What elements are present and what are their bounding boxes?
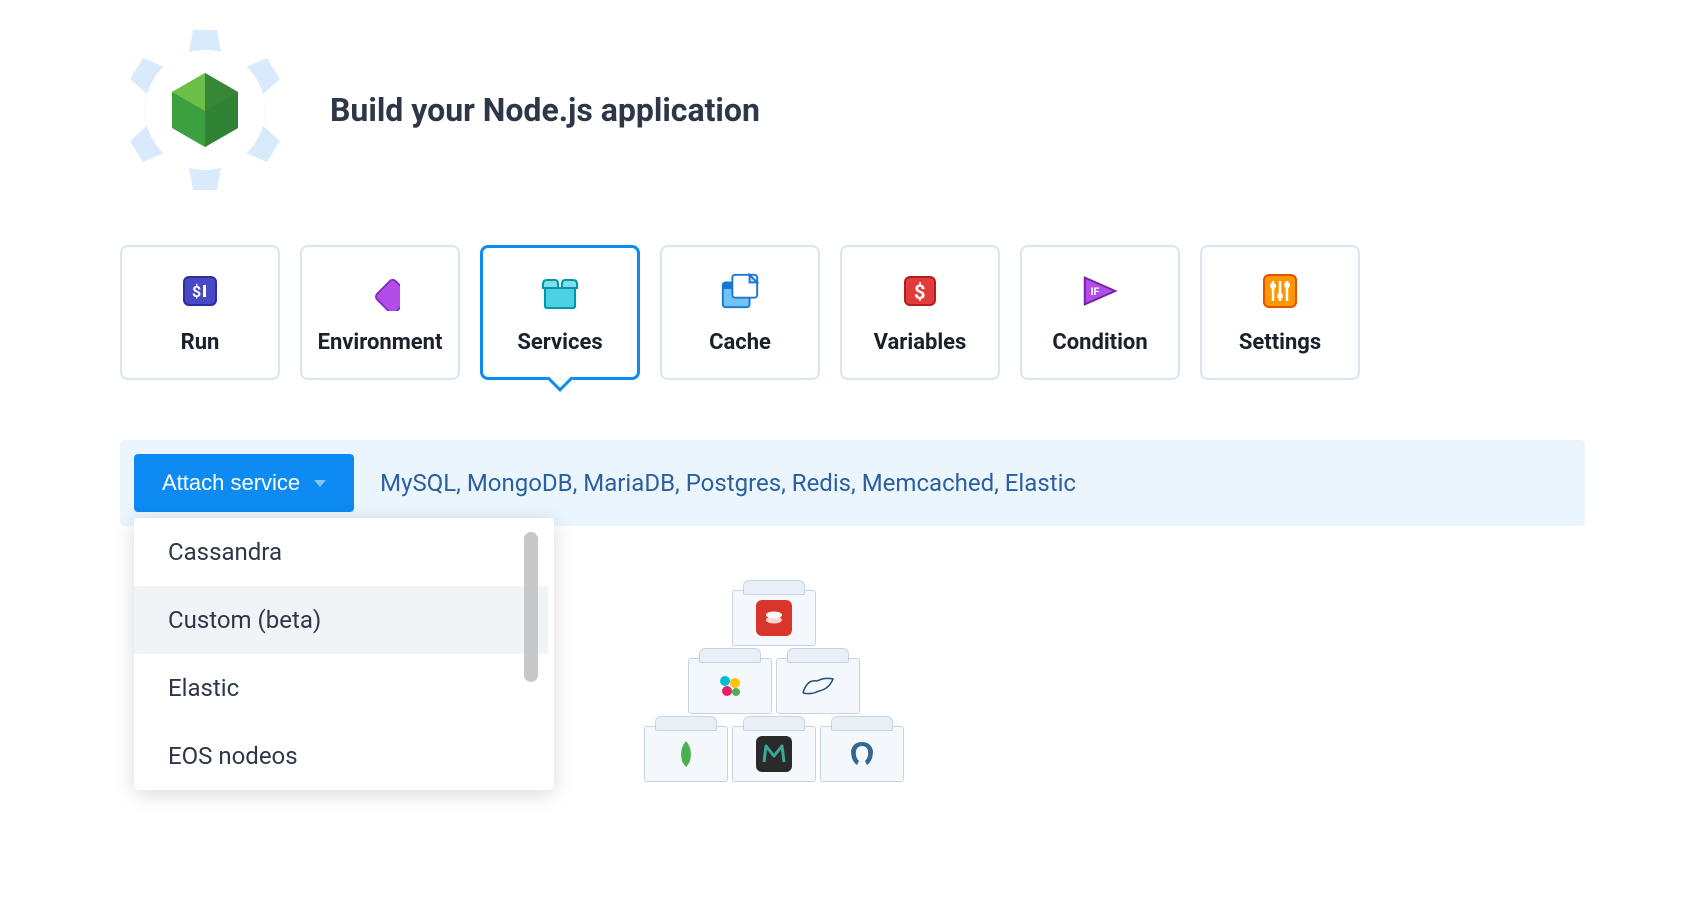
- redis-logo-icon: [756, 600, 792, 636]
- memcached-logo-icon: [756, 736, 792, 772]
- services-illustration: [640, 580, 920, 790]
- tab-label: Run: [181, 330, 220, 355]
- app-logo-badge: [120, 25, 290, 195]
- tab-cache[interactable]: Cache: [660, 245, 820, 380]
- cache-icon: [719, 270, 761, 312]
- variables-icon: $: [899, 270, 941, 312]
- tab-run[interactable]: $ Run: [120, 245, 280, 380]
- dropdown-item-eos-nodeos[interactable]: EOS nodeos: [134, 722, 548, 790]
- postgres-logo-icon: [844, 736, 880, 772]
- dropdown-item-cassandra[interactable]: Cassandra: [134, 518, 548, 586]
- mariadb-logo-icon: [800, 668, 836, 704]
- caret-down-icon: [314, 480, 326, 487]
- run-icon: $: [179, 270, 221, 312]
- tab-services[interactable]: Services: [480, 245, 640, 380]
- tab-label: Environment: [318, 330, 443, 355]
- tab-label: Settings: [1239, 330, 1321, 355]
- svg-text:$: $: [914, 280, 925, 304]
- tab-variables[interactable]: $ Variables: [840, 245, 1000, 380]
- tab-label: Variables: [874, 330, 967, 355]
- page-title: Build your Node.js application: [330, 91, 760, 129]
- nodejs-icon: [170, 71, 240, 149]
- environment-icon: [359, 270, 401, 312]
- condition-icon: IF: [1079, 270, 1121, 312]
- tab-label: Cache: [709, 330, 771, 355]
- svg-text:$: $: [192, 282, 201, 301]
- tab-condition[interactable]: IF Condition: [1020, 245, 1180, 380]
- elastic-logo-icon: [712, 668, 748, 704]
- dropdown-item-elastic[interactable]: Elastic: [134, 654, 548, 722]
- tab-label: Condition: [1052, 330, 1147, 355]
- services-icon: [539, 270, 581, 312]
- svg-text:IF: IF: [1090, 285, 1099, 298]
- tab-environment[interactable]: Environment: [300, 245, 460, 380]
- attach-service-dropdown: Cassandra Custom (beta) Elastic EOS node…: [134, 518, 554, 790]
- tabs-row: $ Run Environment Services Cache $ Varia…: [120, 245, 1585, 380]
- services-panel: Attach service MySQL, MongoDB, MariaDB, …: [120, 440, 1585, 526]
- services-header: Attach service MySQL, MongoDB, MariaDB, …: [120, 440, 1585, 526]
- attach-service-label: Attach service: [162, 470, 300, 496]
- tab-settings[interactable]: Settings: [1200, 245, 1360, 380]
- tab-label: Services: [517, 330, 602, 355]
- attach-service-button[interactable]: Attach service: [134, 454, 354, 512]
- dropdown-scrollbar[interactable]: [524, 532, 538, 682]
- dropdown-item-custom[interactable]: Custom (beta): [134, 586, 548, 654]
- header-section: Build your Node.js application: [120, 25, 1585, 195]
- services-available-text: MySQL, MongoDB, MariaDB, Postgres, Redis…: [380, 469, 1076, 497]
- settings-icon: [1259, 270, 1301, 312]
- mongodb-logo-icon: [668, 736, 704, 772]
